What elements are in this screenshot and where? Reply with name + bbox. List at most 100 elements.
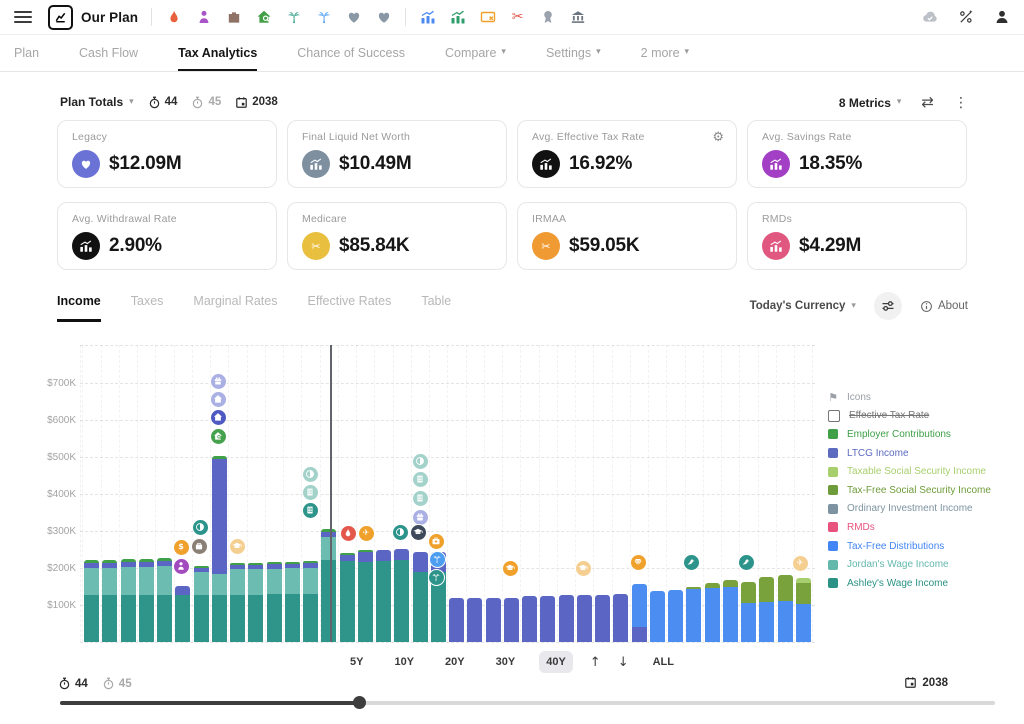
bar-segment-l[interactable] [595,595,610,642]
range-button-20y[interactable]: 20Y [438,651,472,673]
bar-segment-l[interactable] [321,532,336,537]
home-icon[interactable] [210,391,227,408]
person-icon[interactable] [173,558,190,575]
bar-segment-a[interactable] [248,595,263,642]
flame-icon[interactable] [340,525,357,542]
bar-segment-t[interactable] [686,589,701,642]
bar-segment-e[interactable] [321,529,336,532]
bar-segment-l[interactable] [139,562,154,567]
bar-segment-l[interactable] [340,555,355,560]
age-secondary-chip[interactable]: 45 [191,96,221,109]
pie-icon[interactable] [302,466,319,483]
bar-segment-l[interactable] [121,562,136,567]
bar-segment-l[interactable] [285,564,300,568]
home-search-icon[interactable] [210,428,227,445]
range-button-10y[interactable]: 10Y [387,651,421,673]
bar-segment-a[interactable] [394,560,409,642]
bar-segment-e[interactable] [230,563,245,565]
person-icon[interactable] [195,9,212,26]
bar-segment-a[interactable] [175,595,190,642]
chart-tab-effective-rates[interactable]: Effective Rates [308,294,392,322]
bar-segment-l[interactable] [84,563,99,568]
heart-pulse-icon[interactable] [345,9,362,26]
bar-segment-a[interactable] [230,595,245,642]
bar-segment-j[interactable] [102,568,117,596]
tab-chance-of-success[interactable]: Chance of Success [297,36,405,71]
bar-segment-l[interactable] [157,561,172,566]
bar-segment-l[interactable] [504,598,519,642]
grad-cap-icon[interactable] [410,524,427,541]
bar-segment-s[interactable] [705,583,720,589]
legend-item[interactable]: Employer Contributions [828,425,991,444]
bar-segment-s[interactable] [759,577,774,602]
bar-segment-l[interactable] [175,586,190,595]
plane-icon[interactable]: ✈ [792,555,809,572]
bar-segment-l[interactable] [486,598,501,642]
flame-icon[interactable] [165,9,182,26]
bar-segment-x[interactable] [796,578,811,582]
legend-item[interactable]: Tax-Free Social Security Income [828,481,991,500]
palm-tree-icon[interactable] [315,9,332,26]
menu-icon[interactable] [14,11,32,23]
bar-segment-e[interactable] [358,550,373,552]
bar-segment-e[interactable] [121,559,136,562]
footer-year[interactable]: 2038 [904,676,948,689]
bar-segment-j[interactable] [267,569,282,595]
bar-segment-l[interactable] [394,549,409,560]
bar-segment-t[interactable] [759,602,774,642]
chart-tab-income[interactable]: Income [57,294,101,322]
pie-icon[interactable] [392,524,409,541]
building-icon[interactable] [412,490,429,507]
range-button-all[interactable]: ALL [646,651,681,673]
heart-pulse-icon[interactable] [375,9,392,26]
chart-bars-icon[interactable] [449,9,466,26]
tab-cash-flow[interactable]: Cash Flow [79,36,138,71]
plane-icon[interactable]: ✈ [358,525,375,542]
year-chip[interactable]: 2038 [235,96,278,109]
bar-segment-l[interactable] [303,563,318,567]
bar-segment-a[interactable] [267,594,282,642]
bar-segment-t[interactable] [632,584,647,628]
bar-segment-l[interactable] [522,596,537,642]
legend-item[interactable]: Taxable Social Security Income [828,462,991,481]
bag-icon[interactable] [191,538,208,555]
bar-segment-a[interactable] [84,595,99,642]
age-primary-chip[interactable]: 44 [148,96,178,109]
age-primary-chip[interactable]: 44 [58,677,88,690]
bar-segment-l[interactable] [449,598,464,642]
metric-card-avg-effective-tax-rate[interactable]: Avg. Effective Tax Rate16.92%⚙ [517,120,737,188]
bar-segment-a[interactable] [340,561,355,642]
bar-segment-j[interactable] [194,572,209,595]
building-icon[interactable] [302,502,319,519]
kebab-menu-icon[interactable]: ⋮ [954,96,968,110]
legend-item[interactable]: ⚑Icons [828,388,991,407]
bar-segment-a[interactable] [321,560,336,642]
bar-segment-j[interactable] [321,537,336,560]
bar-segment-t[interactable] [650,591,665,642]
scissors-icon[interactable]: ✂ [509,9,526,26]
bar-segment-e[interactable] [194,566,209,568]
bar-segment-t[interactable] [723,587,738,642]
gear-icon[interactable]: ⚙ [712,130,724,145]
grad-cap-icon[interactable] [502,560,519,577]
metric-card-avg-savings-rate[interactable]: Avg. Savings Rate18.35% [747,120,967,188]
bar-segment-e[interactable] [139,559,154,562]
bar-segment-l[interactable] [248,565,263,569]
bar-segment-s[interactable] [778,575,793,602]
swap-arrows-icon[interactable]: ⇄ [921,95,934,110]
bar-segment-e[interactable] [157,558,172,561]
bar-segment-a[interactable] [194,595,209,642]
bar-segment-l[interactable] [413,552,428,571]
bar-segment-e[interactable] [303,561,318,563]
bar-segment-e[interactable] [84,560,99,563]
age-secondary-chip[interactable]: 45 [102,677,132,690]
bar-segment-a[interactable] [376,561,391,642]
timeline-slider[interactable] [60,695,995,709]
bar-segment-l[interactable] [267,564,282,568]
about-button[interactable]: About [920,300,968,313]
metric-card-medicare[interactable]: Medicare✂$85.84K [287,202,507,270]
bar-segment-l[interactable] [358,552,373,562]
bar-segment-l[interactable] [230,565,245,569]
bar-segment-l[interactable] [467,598,482,642]
bar-segment-t[interactable] [796,604,811,642]
